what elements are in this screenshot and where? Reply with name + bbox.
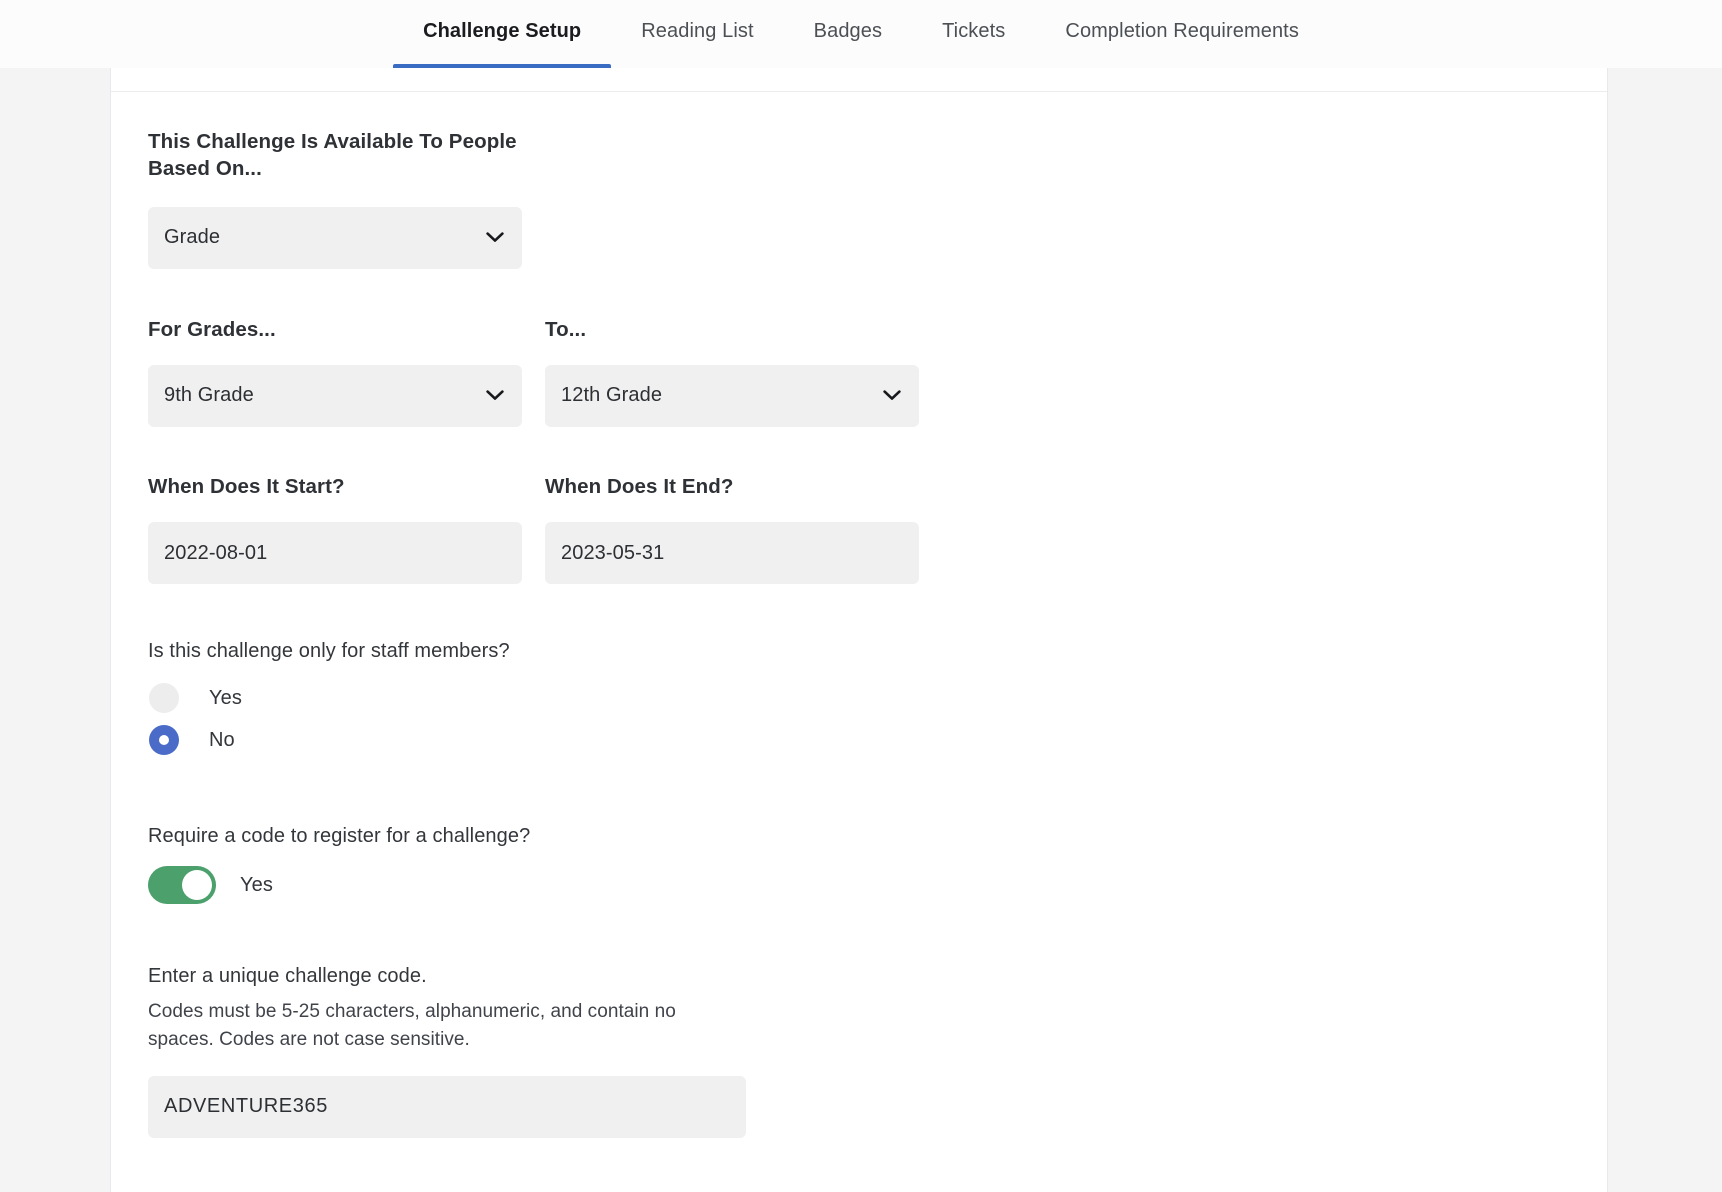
field-challenge-code: Enter a unique challenge code. Codes mus… [148, 963, 1587, 1138]
field-group-dates: When Does It Start? 2022-08-01 When Does… [148, 473, 1587, 584]
tab-bar: Challenge Setup Reading List Badges Tick… [0, 0, 1722, 68]
challenge-setup-form: This Challenge Is Available To People Ba… [148, 128, 1587, 1138]
toggle-knob [182, 870, 212, 900]
grade-to-value: 12th Grade [561, 384, 663, 407]
radio-option-no[interactable]: No [148, 719, 1587, 761]
tab-label: Completion Requirements [1065, 20, 1299, 42]
availability-label: This Challenge Is Available To People Ba… [148, 130, 517, 181]
challenge-code-help: Codes must be 5-25 characters, alphanume… [148, 1001, 676, 1050]
grade-from-label: For Grades... [148, 317, 276, 341]
end-date-value: 2023-05-31 [561, 541, 665, 564]
challenge-code-value: ADVENTURE365 [164, 1095, 328, 1118]
require-code-toggle-row: Yes [148, 866, 1587, 904]
tab-label: Badges [813, 20, 883, 42]
grade-to-select[interactable]: 12th Grade [545, 364, 919, 427]
start-date-value: 2022-08-01 [164, 541, 268, 564]
tab-reading-list[interactable]: Reading List [611, 0, 783, 68]
chevron-down-icon [883, 390, 901, 401]
require-code-label: Require a code to register for a challen… [148, 825, 531, 847]
tab-challenge-setup[interactable]: Challenge Setup [393, 0, 612, 68]
availability-select[interactable]: Grade [148, 206, 522, 269]
tab-label: Tickets [942, 20, 1006, 42]
panel-divider [111, 91, 1607, 92]
radio-yes-label: Yes [209, 686, 242, 709]
challenge-setup-panel: This Challenge Is Available To People Ba… [110, 68, 1608, 1192]
field-require-code: Require a code to register for a challen… [148, 823, 1587, 904]
challenge-code-label: Enter a unique challenge code. [148, 965, 427, 987]
field-grade-to: To... 12th Grade [545, 316, 919, 427]
grade-from-value: 9th Grade [164, 384, 254, 407]
grade-from-select[interactable]: 9th Grade [148, 364, 522, 427]
require-code-toggle-state: Yes [240, 873, 273, 896]
end-date-input[interactable]: 2023-05-31 [545, 522, 919, 584]
radio-no-label: No [209, 728, 235, 751]
radio-option-yes[interactable]: Yes [148, 677, 1587, 719]
field-availability: This Challenge Is Available To People Ba… [148, 128, 1587, 269]
end-date-label: When Does It End? [545, 474, 734, 498]
field-grade-from: For Grades... 9th Grade [148, 316, 522, 427]
require-code-toggle[interactable] [148, 866, 216, 904]
start-date-input[interactable]: 2022-08-01 [148, 522, 522, 584]
chevron-down-icon [486, 232, 504, 242]
staff-only-label: Is this challenge only for staff members… [148, 640, 510, 662]
challenge-code-input[interactable]: ADVENTURE365 [148, 1075, 746, 1138]
field-group-grades: For Grades... 9th Grade To... 12th Grade [148, 316, 1587, 427]
grade-to-label: To... [545, 317, 587, 341]
field-staff-only: Is this challenge only for staff members… [148, 638, 1587, 761]
tab-list: Challenge Setup Reading List Badges Tick… [393, 0, 1329, 68]
radio-yes-indicator[interactable] [149, 683, 179, 713]
staff-only-radio-group: Yes No [148, 677, 1587, 761]
tab-label: Reading List [641, 20, 754, 42]
tab-badges[interactable]: Badges [784, 0, 912, 68]
tab-tickets[interactable]: Tickets [912, 0, 1035, 68]
start-date-label: When Does It Start? [148, 474, 345, 498]
radio-no-indicator[interactable] [149, 725, 179, 755]
tab-completion-requirements[interactable]: Completion Requirements [1035, 0, 1329, 68]
availability-value: Grade [164, 226, 221, 248]
chevron-down-icon [486, 390, 504, 401]
tab-label: Challenge Setup [423, 20, 582, 42]
field-end-date: When Does It End? 2023-05-31 [545, 473, 919, 584]
field-start-date: When Does It Start? 2022-08-01 [148, 473, 522, 584]
